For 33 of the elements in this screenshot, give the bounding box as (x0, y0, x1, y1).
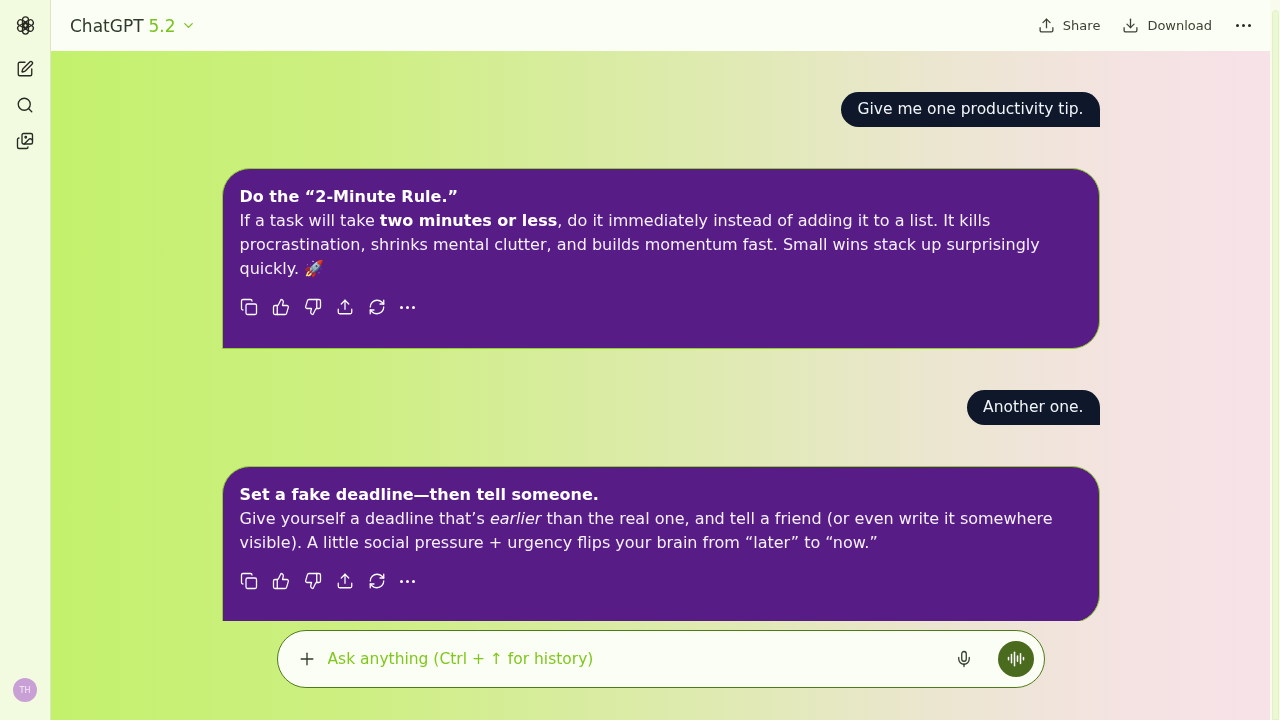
thumbs-up-icon[interactable] (271, 572, 290, 590)
download-button[interactable]: Download (1116, 11, 1218, 40)
more-icon (1236, 24, 1251, 27)
more-icon[interactable] (399, 305, 415, 309)
message-heading: Set a fake deadline—then tell someone. (239, 484, 600, 506)
composer[interactable]: Ask anything (Ctrl + ↑ for history) (276, 630, 1045, 688)
thumbs-down-icon[interactable] (303, 298, 322, 316)
message-text: Give yourself a deadline that’s earlier than the real one, and tell a friend (or even write it somewhere visible). A little social pressure + urgency flips your brain from “later” to “now.” (239, 508, 1054, 554)
model-selector[interactable]: ChatGPT 5.2 (70, 15, 196, 36)
user-message: Another one. (967, 390, 1100, 425)
message-input[interactable]: Ask anything (Ctrl + ↑ for history) (327, 650, 944, 668)
upload-icon[interactable] (335, 298, 354, 316)
share-button[interactable]: Share (1031, 11, 1107, 40)
download-icon (1122, 17, 1140, 34)
search-icon[interactable] (16, 96, 34, 114)
message-heading: Do the “2-Minute Rule.” (239, 186, 459, 208)
refresh-icon[interactable] (367, 572, 386, 590)
logo-icon[interactable] (14, 15, 36, 36)
voice-button[interactable] (997, 641, 1034, 677)
more-icon[interactable] (399, 579, 415, 583)
thumbs-up-icon[interactable] (271, 298, 290, 316)
thumbs-down-icon[interactable] (303, 572, 322, 590)
scrollbar[interactable] (1271, 10, 1279, 720)
sound-wave-icon (1006, 650, 1025, 668)
new-chat-icon[interactable] (16, 60, 34, 78)
refresh-icon[interactable] (367, 298, 386, 316)
copy-icon[interactable] (239, 572, 258, 590)
user-message: Give me one productivity tip. (841, 92, 1100, 127)
upload-icon (1037, 17, 1055, 34)
copy-icon[interactable] (239, 298, 258, 316)
images-icon[interactable] (16, 132, 34, 150)
upload-icon[interactable] (335, 572, 354, 590)
message-text: If a task will take two minutes or less, do it immediately instead of adding it to a list. It kills procrastination, shrinks mental clutter, and builds momentum fast. Small wins stack up surprisingly quickly. 🚀 (239, 210, 1041, 280)
